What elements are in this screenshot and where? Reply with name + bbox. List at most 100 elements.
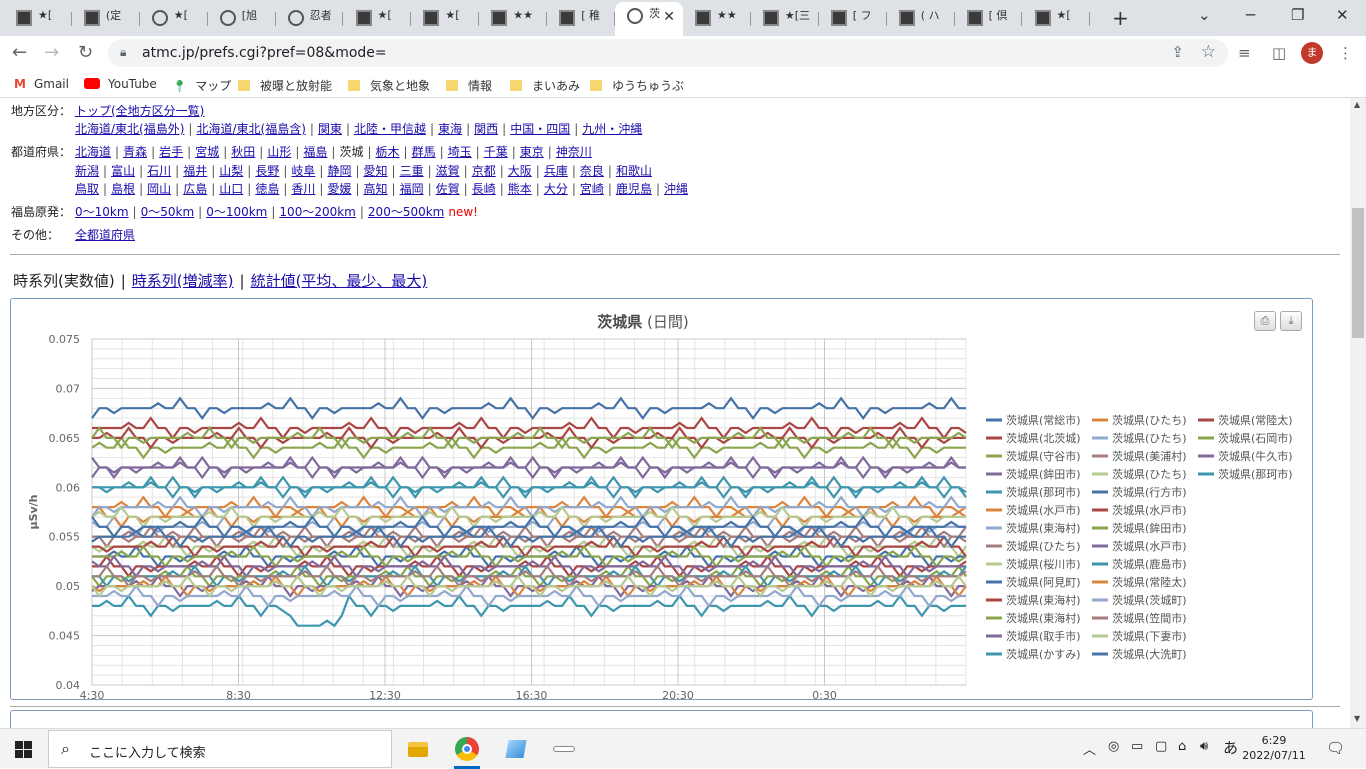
pref-link-9[interactable]: 群馬 (412, 145, 436, 159)
browser-tab[interactable]: 忍者 (276, 4, 344, 32)
region-top-link[interactable]: トップ(全地方区分一覧) (75, 104, 204, 118)
notification-icon[interactable]: 🗨︎ (1326, 739, 1345, 757)
notepad-icon[interactable] (504, 737, 528, 761)
battery-icon[interactable]: ▭ (1131, 739, 1143, 754)
pref-link-0[interactable]: 新潟 (75, 164, 99, 178)
region-link-4[interactable]: 東海 (438, 122, 462, 136)
view-link-statistics[interactable]: 統計値(平均、最少、最大) (251, 272, 428, 290)
pref-link-3[interactable]: 宮城 (195, 145, 219, 159)
browser-tab[interactable]: ★[ (344, 4, 412, 32)
pref-link-7[interactable]: 静岡 (327, 164, 351, 178)
browser-tab[interactable]: ★[ (411, 4, 480, 32)
pref-link-8[interactable]: 愛知 (364, 164, 388, 178)
fukushima-link-0[interactable]: 0～10km (75, 205, 129, 219)
close-tab-icon[interactable]: ✕ (663, 9, 675, 25)
browser-tab[interactable]: [旭 (208, 4, 276, 32)
windows-start-icon[interactable] (15, 741, 32, 758)
pref-link-13[interactable]: 兵庫 (544, 164, 568, 178)
pref-link-1[interactable]: 青森 (123, 145, 147, 159)
app-icon[interactable] (552, 737, 576, 761)
region-link-5[interactable]: 関西 (474, 122, 498, 136)
pref-link-9[interactable]: 三重 (400, 164, 424, 178)
region-link-1[interactable]: 北海道/東北(福島含) (196, 122, 305, 136)
chrome-icon[interactable] (455, 737, 479, 761)
browser-tab[interactable]: [ フ (819, 4, 887, 32)
pref-link-3[interactable]: 広島 (183, 182, 207, 196)
pref-link-5[interactable]: 山形 (267, 145, 291, 159)
region-link-3[interactable]: 北陸・甲信越 (354, 122, 426, 136)
pref-link-9[interactable]: 福岡 (400, 182, 424, 196)
pref-link-1[interactable]: 富山 (111, 164, 135, 178)
pref-link-15[interactable]: 和歌山 (616, 164, 652, 178)
pref-link-6[interactable]: 岐阜 (291, 164, 315, 178)
bookmark-folder[interactable]: まいあみ (510, 77, 580, 94)
pref-link-7[interactable]: 愛媛 (327, 182, 351, 196)
pref-link-2[interactable]: 石川 (147, 164, 171, 178)
address-bar[interactable]: 🔒︎ atmc.jp/prefs.cgi?pref=08&mode= ⇪ ☆ (108, 39, 1228, 67)
all-prefs-link[interactable]: 全都道府県 (75, 228, 135, 242)
bookmark-folder[interactable]: 気象と地象 (348, 77, 430, 94)
pref-link-2[interactable]: 岡山 (147, 182, 171, 196)
reload-icon[interactable]: ↻ (78, 42, 93, 63)
pref-link-6[interactable]: 福島 (303, 145, 327, 159)
region-link-7[interactable]: 九州・沖縄 (582, 122, 642, 136)
monitor-icon[interactable]: ▢ (1155, 739, 1167, 754)
close-window-button[interactable]: ✕ (1336, 6, 1349, 24)
pref-link-16[interactable]: 沖縄 (664, 182, 688, 196)
browser-tab[interactable]: [ 稚 (547, 4, 616, 32)
browser-tab[interactable]: ★[三 (751, 4, 819, 32)
browser-tab[interactable]: ★★ (479, 4, 548, 32)
pref-link-1[interactable]: 島根 (111, 182, 135, 196)
new-tab-button[interactable]: + (1112, 6, 1129, 30)
share-icon[interactable]: ⇪ (1171, 43, 1184, 61)
pref-link-12[interactable]: 熊本 (508, 182, 532, 196)
file-explorer-icon[interactable] (406, 737, 430, 761)
pref-link-6[interactable]: 香川 (291, 182, 315, 196)
bookmark-folder[interactable]: 被曝と放射能 (238, 77, 332, 94)
taskbar-search[interactable]: ⌕ ここに入力して検索 (48, 730, 392, 768)
bookmark-youtube[interactable]: YouTube (84, 77, 157, 91)
pref-link-5[interactable]: 長野 (255, 164, 279, 178)
bookmark-star-icon[interactable]: ☆ (1201, 42, 1216, 62)
pref-link-3[interactable]: 福井 (183, 164, 207, 178)
view-link-change-rate[interactable]: 時系列(増減率) (132, 272, 234, 290)
pref-link-11[interactable]: 千葉 (484, 145, 508, 159)
region-link-2[interactable]: 関東 (318, 122, 342, 136)
bookmark-maps[interactable]: 📍︎ マップ (172, 77, 231, 94)
browser-tab[interactable]: 茨 ✕ (615, 2, 683, 36)
meet-now-icon[interactable]: ◎ (1108, 739, 1119, 754)
scrollbar-thumb[interactable] (1352, 208, 1364, 338)
pref-link-14[interactable]: 宮崎 (580, 182, 604, 196)
region-link-0[interactable]: 北海道/東北(福島外) (75, 122, 184, 136)
minimize-button[interactable]: ─ (1246, 6, 1255, 24)
fukushima-link-1[interactable]: 0～50km (141, 205, 195, 219)
volume-icon[interactable]: 🔊︎ (1200, 739, 1208, 754)
pref-link-13[interactable]: 大分 (544, 182, 568, 196)
browser-tab[interactable]: ★[ (140, 4, 208, 32)
pref-link-10[interactable]: 佐賀 (436, 182, 460, 196)
taskbar-clock[interactable]: 6:29 2022/07/11 (1234, 733, 1314, 763)
pref-link-10[interactable]: 滋賀 (436, 164, 460, 178)
pref-link-5[interactable]: 徳島 (255, 182, 279, 196)
pref-link-8[interactable]: 高知 (364, 182, 388, 196)
browser-tab[interactable]: ★[ (1023, 4, 1091, 32)
pref-link-14[interactable]: 奈良 (580, 164, 604, 178)
browser-tab[interactable]: ( ハ (887, 4, 955, 32)
bookmark-folder[interactable]: 情報 (446, 77, 492, 94)
pref-link-13[interactable]: 神奈川 (556, 145, 592, 159)
fukushima-link-3[interactable]: 100～200km (279, 205, 355, 219)
pref-link-4[interactable]: 秋田 (231, 145, 255, 159)
fukushima-link-2[interactable]: 0～100km (206, 205, 267, 219)
browser-tab[interactable]: ★[ (4, 4, 72, 32)
pref-link-10[interactable]: 埼玉 (448, 145, 472, 159)
pref-link-0[interactable]: 鳥取 (75, 182, 99, 196)
pref-link-11[interactable]: 長崎 (472, 182, 496, 196)
side-panel-icon[interactable]: ◫ (1272, 44, 1286, 62)
browser-tab[interactable]: (定 (72, 4, 140, 32)
region-link-6[interactable]: 中国・四国 (510, 122, 570, 136)
forward-icon[interactable]: → (44, 42, 59, 63)
browser-tab[interactable]: ★★ (683, 4, 751, 32)
network-icon[interactable]: ⌂ (1178, 739, 1186, 754)
tab-search-icon[interactable]: ⌄ (1198, 6, 1211, 24)
fukushima-link-4[interactable]: 200～500km (368, 205, 444, 219)
